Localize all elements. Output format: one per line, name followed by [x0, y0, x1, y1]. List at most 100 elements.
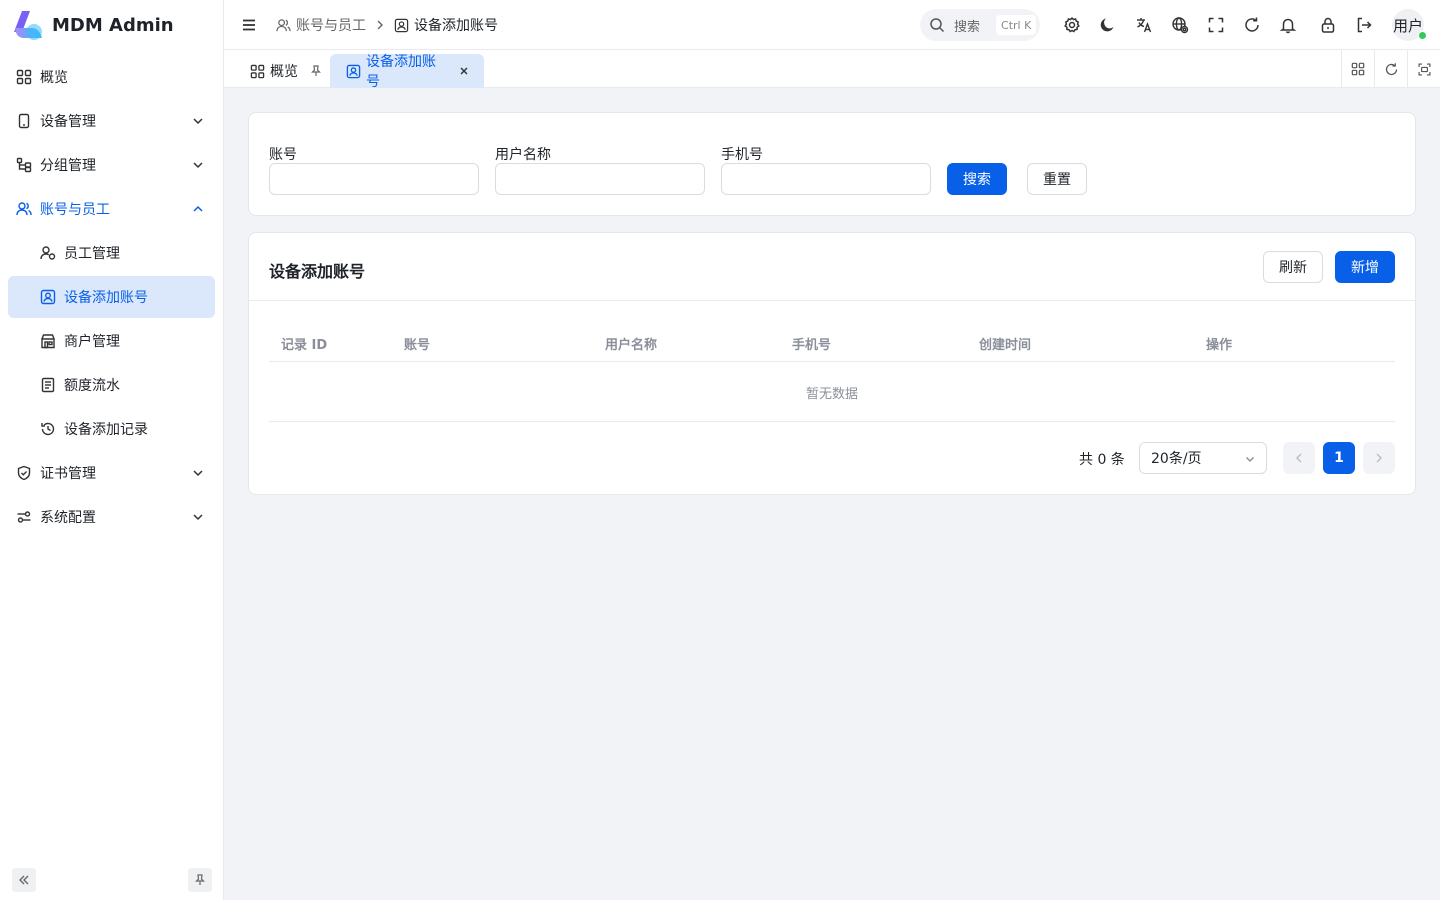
device-icon — [16, 113, 32, 129]
fullscreen-icon[interactable] — [1207, 16, 1225, 34]
prev-page-button[interactable] — [1283, 442, 1315, 474]
sidebar-item-accounts-staff[interactable]: 账号与员工 — [8, 188, 215, 230]
chevron-down-icon — [191, 158, 205, 172]
tab-grid-button[interactable] — [1341, 50, 1374, 88]
next-page-button[interactable] — [1363, 442, 1395, 474]
tab-maximize-button[interactable] — [1407, 50, 1440, 88]
users-icon — [276, 18, 296, 33]
add-button[interactable]: 新增 — [1335, 251, 1395, 283]
breadcrumb-item[interactable]: 设备添加账号 — [394, 15, 498, 35]
sidebar-item-device-management[interactable]: 设备管理 — [8, 100, 215, 142]
sidebar-item-label: 分组管理 — [40, 158, 96, 174]
sidebar-item-quota-ledger[interactable]: 额度流水 — [8, 364, 215, 406]
global-search[interactable]: 搜索 Ctrl K — [920, 9, 1040, 41]
breadcrumb-item[interactable]: 账号与员工 — [276, 15, 366, 35]
table-title: 设备添加账号 — [269, 262, 366, 281]
menu-toggle-icon[interactable] — [240, 16, 258, 34]
theme-palette-icon[interactable] — [1171, 16, 1189, 34]
page-size-select[interactable]: 20条/页 — [1139, 442, 1267, 474]
chevron-down-icon — [1246, 457, 1254, 462]
table-bottom-divider — [269, 421, 1395, 422]
username-filter-input[interactable] — [495, 163, 705, 195]
search-button[interactable]: 搜索 — [947, 163, 1007, 195]
username-filter-label: 用户名称 — [495, 147, 551, 163]
online-status-indicator — [1418, 31, 1427, 40]
collapse-sidebar-button[interactable] — [12, 868, 36, 892]
settings-sliders-icon — [16, 509, 32, 525]
sidebar-item-merchant-management[interactable]: 商户管理 — [8, 320, 215, 362]
chevron-up-icon — [191, 202, 205, 216]
sidebar-item-label: 设备添加记录 — [64, 422, 148, 438]
sidebar-item-staff-management[interactable]: 员工管理 — [8, 232, 215, 274]
sidebar-item-label: 设备添加账号 — [64, 290, 148, 306]
user-icon — [40, 245, 56, 261]
bell-icon[interactable] — [1279, 16, 1297, 34]
page-number-button[interactable]: 1 — [1323, 442, 1355, 474]
lock-icon[interactable] — [1319, 16, 1337, 34]
table-header-divider — [269, 361, 1395, 362]
logout-icon[interactable] — [1355, 16, 1373, 34]
sidebar-item-label: 证书管理 — [40, 466, 96, 482]
top-header: 账号与员工 设备添加账号 搜索 Ctrl K 用户 — [224, 0, 1440, 50]
sidebar-item-label: 商户管理 — [64, 334, 120, 350]
sidebar-item-device-add-records[interactable]: 设备添加记录 — [8, 408, 215, 450]
table-panel-divider — [249, 300, 1415, 301]
sidebar-item-label: 额度流水 — [64, 378, 120, 394]
logo-icon — [12, 10, 44, 40]
tab-refresh-button[interactable] — [1374, 50, 1407, 88]
app-logo[interactable]: MDM Admin — [12, 10, 174, 40]
sidebar-item-system-config[interactable]: 系统配置 — [8, 496, 215, 538]
refresh-icon[interactable] — [1243, 16, 1261, 34]
history-icon — [40, 421, 56, 437]
pin-icon[interactable] — [310, 65, 327, 77]
column-header: 操作 — [1206, 338, 1233, 353]
dark-mode-icon[interactable] — [1098, 16, 1116, 34]
close-icon[interactable] — [459, 66, 474, 76]
search-shortcut: Ctrl K — [996, 15, 1037, 35]
column-header: 用户名称 — [605, 338, 658, 353]
maximize-icon — [1417, 62, 1432, 77]
receipt-icon — [40, 377, 56, 393]
pin-icon — [194, 874, 206, 886]
page-size-value: 20条/页 — [1151, 451, 1202, 467]
chevron-right-icon — [1374, 453, 1384, 463]
pagination-total: 共 0 条 — [1079, 452, 1125, 468]
column-header: 记录 ID — [281, 338, 328, 353]
settings-icon[interactable] — [1063, 16, 1081, 34]
translate-icon[interactable] — [1135, 16, 1153, 34]
sidebar-item-device-add-account[interactable]: 设备添加账号 — [8, 276, 215, 318]
account-filter-input[interactable] — [269, 163, 479, 195]
chevron-left-icon — [1294, 453, 1304, 463]
grid-icon — [1351, 62, 1365, 76]
reset-button[interactable]: 重置 — [1027, 163, 1087, 195]
store-icon — [40, 333, 56, 349]
breadcrumb: 账号与员工 设备添加账号 — [276, 0, 498, 50]
sidebar-item-label: 概览 — [40, 70, 68, 86]
pin-sidebar-button[interactable] — [188, 868, 212, 892]
search-label: 搜索 — [954, 19, 981, 35]
shield-icon — [16, 465, 32, 481]
column-header: 手机号 — [792, 338, 832, 353]
sidebar-item-overview[interactable]: 概览 — [8, 56, 215, 98]
chevron-down-icon — [191, 114, 205, 128]
tab-label: 概览 — [270, 64, 298, 80]
tab-overview[interactable]: 概览 — [234, 54, 337, 88]
group-icon — [16, 157, 32, 173]
refresh-button[interactable]: 刷新 — [1263, 251, 1323, 283]
dashboard-icon — [16, 69, 32, 85]
users-icon — [16, 201, 32, 217]
sidebar-item-certificate-management[interactable]: 证书管理 — [8, 452, 215, 494]
tab-device-add-account[interactable]: 设备添加账号 — [330, 54, 484, 90]
tab-bar: 概览 设备添加账号 — [224, 50, 1440, 90]
contact-icon — [40, 289, 56, 305]
breadcrumb-label: 账号与员工 — [296, 18, 366, 34]
refresh-icon — [1384, 62, 1399, 77]
contact-icon — [346, 64, 366, 79]
sidebar-item-label: 账号与员工 — [40, 202, 110, 218]
column-header: 创建时间 — [979, 338, 1032, 353]
empty-state: 暂无数据 — [805, 387, 858, 402]
sidebar-item-group-management[interactable]: 分组管理 — [8, 144, 215, 186]
account-filter-label: 账号 — [269, 147, 297, 163]
contact-icon — [394, 18, 414, 33]
phone-filter-input[interactable] — [721, 163, 931, 195]
